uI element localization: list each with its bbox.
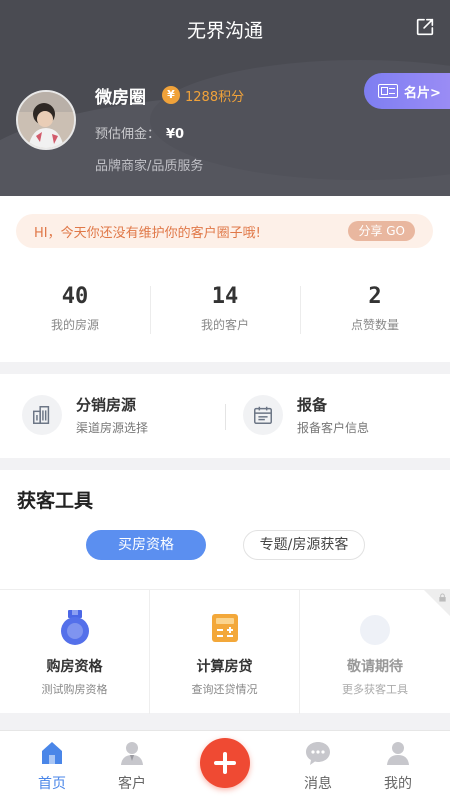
profile-header: 无界沟通 微房圈 ¥ 1288积分 预估佣金： ¥0 品牌商家/品质服务 名片> <box>0 0 450 196</box>
profile-icon <box>387 742 409 765</box>
share-icon[interactable] <box>414 16 436 38</box>
building-icon <box>22 395 62 435</box>
nav-mine[interactable]: 我的 <box>368 739 428 793</box>
avatar-photo <box>18 92 74 148</box>
commission-label: 预估佣金： <box>95 127 161 142</box>
quick-link-subtitle: 渠道房源选择 <box>76 421 149 435</box>
quick-links: 分销房源 渠道房源选择 报备 报备客户信息 <box>0 374 450 458</box>
summary-panel: HI，今天你还没有维护你的客户圈子哦! 分享 GO 40 我的房源 14 我的客… <box>0 196 450 362</box>
customer-icon <box>121 742 143 765</box>
stat-my-listings[interactable]: 40 我的房源 <box>0 282 150 342</box>
quick-link-title: 报备 <box>297 396 328 414</box>
badge-icon <box>61 610 89 645</box>
tool-mortgage-calculator[interactable]: 计算房贷 查询还贷情况 <box>150 590 300 714</box>
tool-description: 测试购房资格 <box>41 683 108 696</box>
section-title: 获客工具 <box>17 490 94 512</box>
tab-topic-listings[interactable]: 专题/房源获客 <box>243 530 365 560</box>
tool-description: 查询还贷情况 <box>191 683 258 696</box>
lock-icon <box>439 593 446 602</box>
business-card-button[interactable]: 名片> <box>364 73 450 109</box>
points-value[interactable]: 1288积分 <box>185 86 244 105</box>
id-card-icon <box>378 84 398 98</box>
add-button[interactable] <box>200 738 250 788</box>
placeholder-icon <box>360 615 390 645</box>
nav-messages[interactable]: 消息 <box>288 739 348 793</box>
nav-customers[interactable]: 客户 <box>102 739 162 793</box>
nav-label: 我的 <box>384 776 412 792</box>
tool-description: 更多获客工具 <box>342 683 408 696</box>
home-icon <box>42 742 62 764</box>
notice-text: HI，今天你还没有维护你的客户圈子哦! <box>34 226 261 241</box>
coin-icon: ¥ <box>162 86 180 104</box>
calculator-icon <box>212 614 238 642</box>
stat-likes[interactable]: 2 点赞数量 <box>300 282 450 342</box>
customer-tools-section: 获客工具 买房资格 专题/房源获客 购房资格 测试购房资格 计算房贷 查询还贷情… <box>0 470 450 714</box>
stat-my-customers[interactable]: 14 我的客户 <box>150 282 300 342</box>
user-name: 微房圈 <box>95 88 146 108</box>
tool-grid: 购房资格 测试购房资格 计算房贷 查询还贷情况 敬请期待 更多获客工具 <box>0 589 450 714</box>
tool-coming-soon: 敬请期待 更多获客工具 <box>300 590 450 714</box>
stat-value: 40 <box>61 284 89 309</box>
share-go-button[interactable]: 分享 GO <box>348 221 415 241</box>
tool-purchase-qualification[interactable]: 购房资格 测试购房资格 <box>0 590 150 714</box>
stat-label: 点赞数量 <box>350 318 399 332</box>
distribution-listings-link[interactable]: 分销房源 渠道房源选择 <box>22 394 148 436</box>
nav-home[interactable]: 首页 <box>22 739 82 793</box>
notice-banner[interactable]: HI，今天你还没有维护你的客户圈子哦! 分享 GO <box>16 214 433 248</box>
stat-value: 14 <box>211 284 239 309</box>
commission-value: ¥0 <box>166 127 185 142</box>
commission-row: 预估佣金： ¥0 <box>95 123 184 142</box>
message-icon <box>306 742 330 765</box>
quick-link-title: 分销房源 <box>76 396 137 414</box>
tool-name: 购房资格 <box>46 659 103 675</box>
nav-label: 消息 <box>304 776 332 792</box>
stats-row: 40 我的房源 14 我的客户 2 点赞数量 <box>0 282 450 342</box>
brand-tagline: 品牌商家/品质服务 <box>95 159 204 174</box>
tool-name: 计算房贷 <box>196 659 253 675</box>
divider <box>225 404 226 430</box>
business-card-label: 名片> <box>404 85 441 101</box>
stat-label: 我的客户 <box>200 318 249 332</box>
stat-value: 2 <box>368 284 382 309</box>
calendar-icon <box>243 395 283 435</box>
tab-purchase-qualification[interactable]: 买房资格 <box>86 530 206 560</box>
report-link[interactable]: 报备 报备客户信息 <box>243 394 369 436</box>
nav-label: 客户 <box>118 776 146 792</box>
nav-label: 首页 <box>38 776 66 792</box>
avatar[interactable] <box>16 90 76 150</box>
quick-link-subtitle: 报备客户信息 <box>297 421 370 435</box>
stat-label: 我的房源 <box>50 318 99 332</box>
tool-name: 敬请期待 <box>347 659 403 675</box>
app-title: 无界沟通 <box>186 20 263 42</box>
